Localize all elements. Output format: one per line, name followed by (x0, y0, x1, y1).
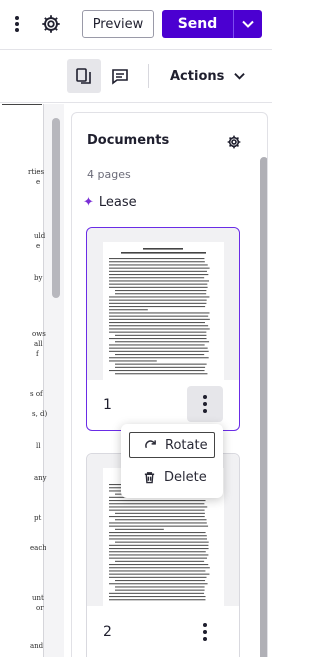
page-thumbnails-icon[interactable] (67, 59, 101, 93)
send-button-group: Send (162, 10, 262, 38)
text-fragment: ows (32, 330, 46, 338)
text-fragment: each (30, 544, 46, 552)
toolbar-divider (148, 64, 149, 88)
actions-menu-button[interactable]: Actions (162, 63, 252, 89)
page-top-edge (2, 104, 42, 110)
document-scrollbar[interactable] (52, 118, 60, 298)
page-card-1[interactable]: 1 (86, 227, 240, 431)
text-fragment: ll (36, 442, 41, 450)
text-fragment: any (34, 474, 47, 482)
text-fragment: and (30, 642, 44, 650)
text-fragment: pt (34, 514, 42, 522)
page-context-menu: Rotate Delete (121, 424, 223, 498)
page-thumbnail-area (87, 228, 239, 380)
panel-scrollbar[interactable] (260, 157, 267, 657)
settings-gear-icon[interactable] (40, 13, 62, 35)
trash-icon (144, 471, 155, 483)
text-fragment: e (36, 178, 41, 186)
document-page: rties e uld e by ows all f s of s, d) ll… (0, 104, 47, 657)
actions-label: Actions (170, 68, 225, 84)
rotate-icon (145, 439, 156, 448)
comments-icon[interactable] (104, 59, 136, 93)
text-fragment: s, d) (32, 410, 48, 418)
text-fragment: unt (32, 594, 44, 602)
view-toolbar: Actions (0, 50, 272, 103)
chevron-down-icon (234, 73, 246, 80)
page-number: 1 (103, 397, 112, 413)
rotate-menu-item[interactable]: Rotate (129, 432, 215, 458)
rotate-label: Rotate (165, 437, 208, 453)
panel-settings-gear-icon[interactable] (226, 134, 242, 150)
text-fragment: by (34, 274, 43, 282)
page-options-icon[interactable] (187, 386, 223, 422)
delete-label: Delete (164, 469, 207, 485)
document-viewer[interactable]: rties e uld e by ows all f s of s, d) ll… (0, 104, 64, 657)
text-fragment: or (36, 604, 44, 612)
send-options-chevron-down-icon[interactable] (234, 10, 262, 38)
page-thumbnail (103, 242, 224, 380)
document-name: Lease (98, 195, 137, 210)
document-entry[interactable]: ✦ Lease (83, 195, 137, 210)
delete-menu-item[interactable]: Delete (129, 464, 215, 490)
send-button[interactable]: Send (162, 10, 234, 38)
panel-title: Documents (87, 133, 170, 148)
page-count: 4 pages (87, 168, 131, 181)
text-fragment: e (36, 242, 41, 250)
page-options-icon[interactable] (187, 614, 223, 650)
text-fragment: s of (30, 390, 43, 398)
preview-button[interactable]: Preview (82, 10, 154, 38)
text-fragment: rties (28, 168, 44, 176)
page-number: 2 (103, 624, 112, 640)
sparkle-icon: ✦ (83, 195, 94, 210)
text-fragment: all (34, 340, 43, 348)
text-fragment: f (36, 350, 39, 358)
more-options-icon[interactable] (10, 13, 24, 35)
documents-panel: Documents 4 pages ✦ Lease 1 2 (71, 112, 268, 657)
text-fragment: uld (34, 232, 46, 240)
top-bar: Preview Send (0, 0, 272, 50)
